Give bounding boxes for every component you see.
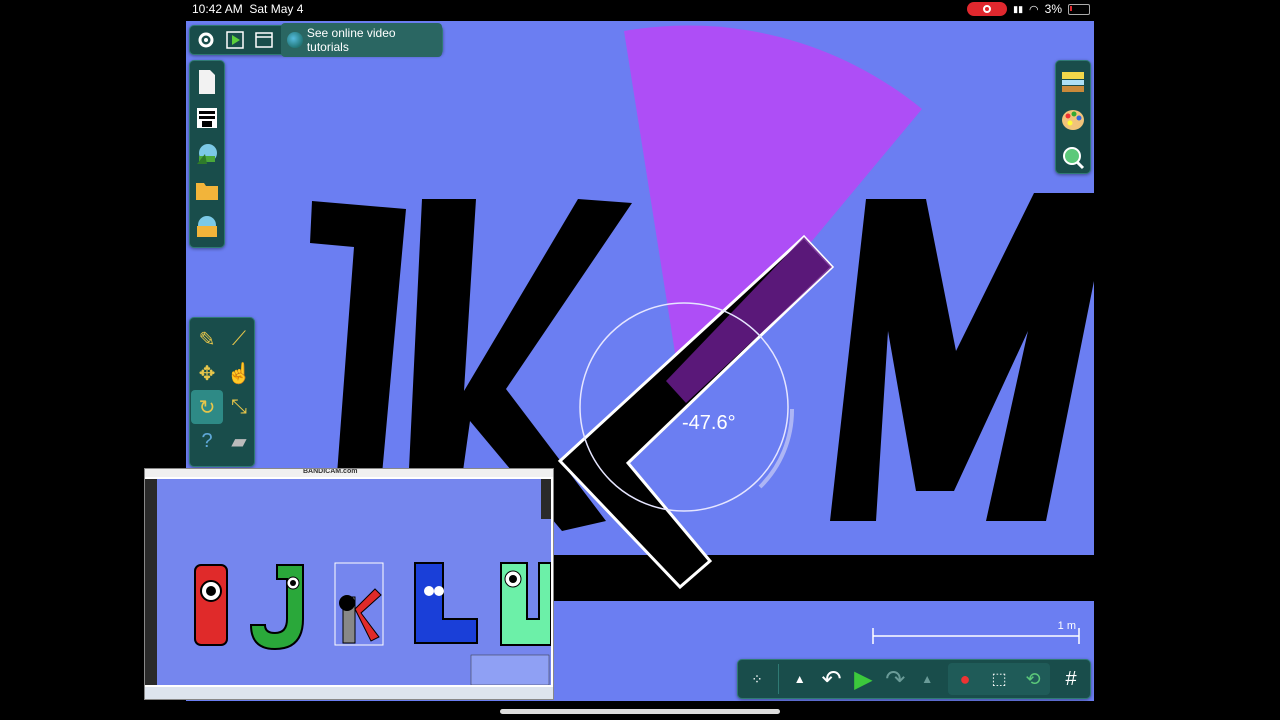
clock: 10:42 AM Sat May 4 (192, 2, 303, 16)
pip-title-bar: BANDICAM.com (145, 469, 553, 477)
scale-label: 1 m (1057, 620, 1076, 632)
layers-icon[interactable] (193, 103, 221, 133)
eraser-box-icon[interactable]: ⬚ (986, 665, 1012, 693)
zoom-icon[interactable] (1059, 143, 1087, 173)
drag-tool-icon[interactable]: ☝ (223, 356, 255, 390)
scale-tool-icon[interactable]: ⤡ (223, 390, 255, 424)
pip-letter-i (194, 564, 228, 646)
status-right: ▮▮ ◠ 3% (967, 2, 1090, 16)
battery-percent: 3% (1044, 2, 1062, 16)
cellular-icon: ▮▮ (1013, 3, 1024, 14)
toolbox-icon[interactable] (193, 211, 221, 241)
sketch-tool-icon[interactable]: ✎ (191, 322, 223, 356)
pip-letter-l (414, 562, 478, 644)
scale-indicator: 1 m (872, 620, 1080, 646)
menu-grid-icon[interactable]: ⁘ (746, 665, 768, 693)
play-scene-icon[interactable] (223, 28, 246, 52)
gear-icon[interactable] (194, 28, 217, 52)
time-text: 10:42 AM (192, 2, 243, 16)
globe-icon (287, 32, 303, 48)
toggle-group: ● ⬚ ⟲ (948, 663, 1051, 695)
grid-icon[interactable]: # (1060, 665, 1082, 693)
pip-letters (194, 562, 552, 686)
undo-icon[interactable]: ↶ (821, 665, 843, 693)
up-arrow-icon[interactable]: ▲ (916, 665, 938, 693)
pip-canvas (147, 479, 552, 686)
bandicam-watermark: BANDICAM.com (303, 468, 358, 475)
knife-tool-icon[interactable]: ⟋ (223, 322, 255, 356)
right-panel (1055, 60, 1091, 174)
pip-right-toolbar (541, 479, 551, 519)
pip-letter-u (500, 562, 552, 646)
up-arrow-icon[interactable]: ▲ (789, 665, 811, 693)
background-icon[interactable] (1059, 67, 1087, 97)
wifi-icon: ◠ (1029, 3, 1039, 16)
divider (777, 664, 779, 694)
eraser-tool-icon[interactable]: ▰ (223, 424, 255, 458)
window-icon[interactable] (252, 28, 275, 52)
link-icon[interactable]: ⟲ (1020, 665, 1046, 693)
pip-letter-j (249, 564, 304, 651)
tutorials-button[interactable]: See online video tutorials (281, 23, 442, 57)
bottom-toolbar: ⁘ ▲ ↶ ▶ ↷ ▲ ● ⬚ ⟲ # (737, 659, 1091, 699)
tool-panel: ✎ ⟋ ✥ ☝ ↻ ⤡ ? ▰ (189, 317, 255, 467)
ios-status-bar: 10:42 AM Sat May 4 ▮▮ ◠ 3% (0, 0, 1280, 18)
left-panel (189, 60, 225, 248)
pip-letter-k (334, 562, 384, 646)
world-icon[interactable] (193, 139, 221, 169)
home-indicator[interactable] (500, 709, 780, 714)
letter-m-shape[interactable] (830, 193, 1094, 521)
screen-record-icon[interactable] (967, 2, 1008, 16)
top-toolbar: See online video tutorials (189, 23, 443, 57)
move-tool-icon[interactable]: ✥ (191, 356, 223, 390)
pip-taskbar (145, 687, 553, 699)
new-document-icon[interactable] (193, 67, 221, 97)
pip-mini-preview (470, 654, 550, 686)
pip-video[interactable]: BANDICAM.com (144, 468, 554, 700)
rotate-tool-icon[interactable]: ↻ (191, 390, 223, 424)
play-icon[interactable]: ▶ (852, 665, 874, 693)
pip-left-toolbar (145, 479, 157, 685)
help-tool-icon[interactable]: ? (191, 424, 223, 458)
battery-icon (1068, 3, 1090, 15)
date-text: Sat May 4 (249, 2, 304, 16)
folder-icon[interactable] (193, 175, 221, 205)
redo-icon[interactable]: ↷ (884, 665, 906, 693)
gravity-icon[interactable]: ● (952, 665, 978, 693)
angle-readout: -47.6° (682, 412, 736, 434)
tutorials-label: See online video tutorials (306, 26, 396, 54)
palette-icon[interactable] (1059, 105, 1087, 135)
